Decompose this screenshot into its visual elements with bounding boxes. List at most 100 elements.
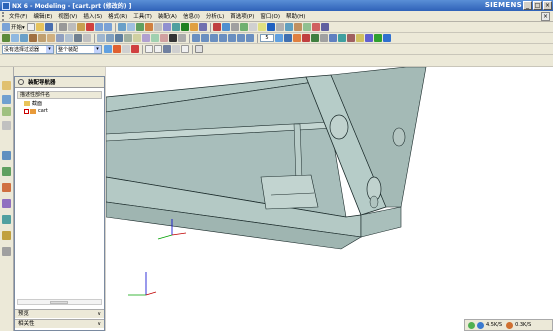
snap-endpoint-icon[interactable] bbox=[113, 45, 121, 53]
hole-icon[interactable] bbox=[20, 34, 28, 42]
draft-icon[interactable] bbox=[83, 34, 91, 42]
cut-icon[interactable] bbox=[58, 23, 67, 31]
right-view-icon[interactable] bbox=[219, 34, 227, 42]
layer-icon[interactable] bbox=[198, 23, 207, 31]
chamfer-icon[interactable] bbox=[65, 34, 73, 42]
menu-preferences[interactable]: 首选项(P) bbox=[227, 12, 257, 20]
close-button[interactable]: × bbox=[543, 1, 552, 10]
note-icon[interactable] bbox=[257, 23, 266, 31]
fit-icon[interactable] bbox=[117, 23, 126, 31]
top-view-icon[interactable] bbox=[201, 34, 209, 42]
shaded-icon[interactable] bbox=[171, 23, 180, 31]
menu-assemblies[interactable]: 装配(A) bbox=[155, 12, 180, 20]
menu-window[interactable]: 窗口(O) bbox=[257, 12, 283, 20]
pin-icon[interactable] bbox=[18, 79, 24, 85]
bottom-view-icon[interactable] bbox=[246, 34, 254, 42]
unite-icon[interactable] bbox=[97, 34, 105, 42]
existing-point-icon[interactable] bbox=[181, 45, 189, 53]
horizontal-scrollbar[interactable] bbox=[17, 299, 102, 305]
rotate-icon[interactable] bbox=[144, 23, 153, 31]
menu-file[interactable]: 文件(F) bbox=[6, 12, 30, 20]
studio-icon[interactable] bbox=[189, 23, 198, 31]
boss-icon[interactable] bbox=[29, 34, 37, 42]
reuse-library-tab-icon[interactable] bbox=[2, 121, 11, 130]
preview-section[interactable]: 预览 ∨ bbox=[15, 309, 104, 318]
process-studio-tab-icon[interactable] bbox=[2, 199, 11, 208]
pad-icon[interactable] bbox=[47, 34, 55, 42]
intersect-icon[interactable] bbox=[115, 34, 123, 42]
extrude-icon[interactable] bbox=[2, 34, 10, 42]
grid-icon[interactable] bbox=[320, 23, 329, 31]
split-icon[interactable] bbox=[133, 34, 141, 42]
undo-icon[interactable] bbox=[94, 23, 103, 31]
paste-icon[interactable] bbox=[76, 23, 85, 31]
history-tab-icon[interactable] bbox=[2, 151, 11, 160]
open-folder-icon[interactable] bbox=[35, 23, 44, 31]
expression-icon[interactable] bbox=[356, 34, 364, 42]
trim-icon[interactable] bbox=[124, 34, 132, 42]
scrollbar-thumb[interactable] bbox=[50, 301, 68, 304]
iso-view-icon[interactable] bbox=[210, 34, 218, 42]
snap-center-icon[interactable] bbox=[131, 45, 139, 53]
checkbox-icon[interactable] bbox=[24, 108, 29, 114]
redo-icon[interactable] bbox=[103, 23, 112, 31]
info-icon[interactable] bbox=[248, 23, 257, 31]
curve-icon[interactable] bbox=[383, 34, 391, 42]
point-on-curve-icon[interactable] bbox=[145, 45, 153, 53]
left-view-icon[interactable] bbox=[228, 34, 236, 42]
constraint-navigator-tab-icon[interactable] bbox=[2, 107, 11, 116]
blend-icon[interactable] bbox=[56, 34, 64, 42]
wireframe-icon[interactable] bbox=[180, 23, 189, 31]
zoom-level-field[interactable]: 5 bbox=[260, 34, 274, 42]
zoom-icon[interactable] bbox=[126, 23, 135, 31]
revolve-icon[interactable] bbox=[11, 34, 19, 42]
column-header-part-name[interactable]: 描述性部件名 bbox=[17, 91, 102, 99]
back-view-icon[interactable] bbox=[237, 34, 245, 42]
orient-icon[interactable] bbox=[329, 34, 337, 42]
sketch-icon[interactable] bbox=[293, 23, 302, 31]
menu-format[interactable]: 格式(R) bbox=[105, 12, 130, 20]
show-hide-icon[interactable] bbox=[221, 23, 230, 31]
menu-view[interactable]: 视图(V) bbox=[55, 12, 80, 20]
dependencies-section[interactable]: 相关性 ∨ bbox=[15, 319, 104, 328]
snap-icon[interactable] bbox=[284, 34, 292, 42]
quadrant-icon[interactable] bbox=[172, 45, 180, 53]
point-on-face-icon[interactable] bbox=[154, 45, 162, 53]
sheet-icon[interactable] bbox=[365, 34, 373, 42]
snap-midpoint-icon[interactable] bbox=[122, 45, 130, 53]
refresh-icon[interactable] bbox=[162, 23, 171, 31]
copy-icon[interactable] bbox=[67, 23, 76, 31]
analysis-icon[interactable] bbox=[239, 23, 248, 31]
point-icon[interactable] bbox=[293, 34, 301, 42]
pan-icon[interactable] bbox=[135, 23, 144, 31]
tree-item-cart[interactable]: cart bbox=[15, 107, 104, 115]
network-icon[interactable] bbox=[468, 321, 475, 329]
assembly-navigator-tab-icon[interactable] bbox=[2, 81, 11, 90]
part-navigator-tab-icon[interactable] bbox=[2, 95, 11, 104]
menu-insert[interactable]: 插入(S) bbox=[80, 12, 105, 20]
pocket-icon[interactable] bbox=[38, 34, 46, 42]
rectangle-select-icon[interactable] bbox=[195, 45, 203, 53]
filter-icon[interactable] bbox=[320, 34, 328, 42]
surface-icon[interactable] bbox=[374, 34, 382, 42]
tree-item-section[interactable]: 截面 bbox=[15, 99, 104, 107]
manufacturing-wizard-tab-icon[interactable] bbox=[2, 215, 11, 224]
accept-icon[interactable] bbox=[311, 34, 319, 42]
datum-icon[interactable] bbox=[347, 34, 355, 42]
offset-icon[interactable] bbox=[160, 34, 168, 42]
start-button[interactable]: 开始▾ bbox=[11, 23, 25, 31]
selection-scope-dropdown[interactable]: 整个装配 ▾ bbox=[56, 44, 102, 54]
save-icon[interactable] bbox=[44, 23, 53, 31]
help-icon[interactable] bbox=[266, 23, 275, 31]
render-icon[interactable] bbox=[178, 34, 186, 42]
feature-icon[interactable] bbox=[302, 23, 311, 31]
minimize-button[interactable]: _ bbox=[523, 1, 532, 10]
select-all-icon[interactable] bbox=[104, 45, 112, 53]
pattern-icon[interactable] bbox=[151, 34, 159, 42]
mirror-icon[interactable] bbox=[142, 34, 150, 42]
cross-icon[interactable] bbox=[311, 23, 320, 31]
perspective-icon[interactable] bbox=[153, 23, 162, 31]
menu-edit[interactable]: 编辑(E) bbox=[30, 12, 55, 20]
menu-information[interactable]: 信息(I) bbox=[180, 12, 203, 20]
menu-close-icon[interactable]: × bbox=[541, 12, 550, 21]
